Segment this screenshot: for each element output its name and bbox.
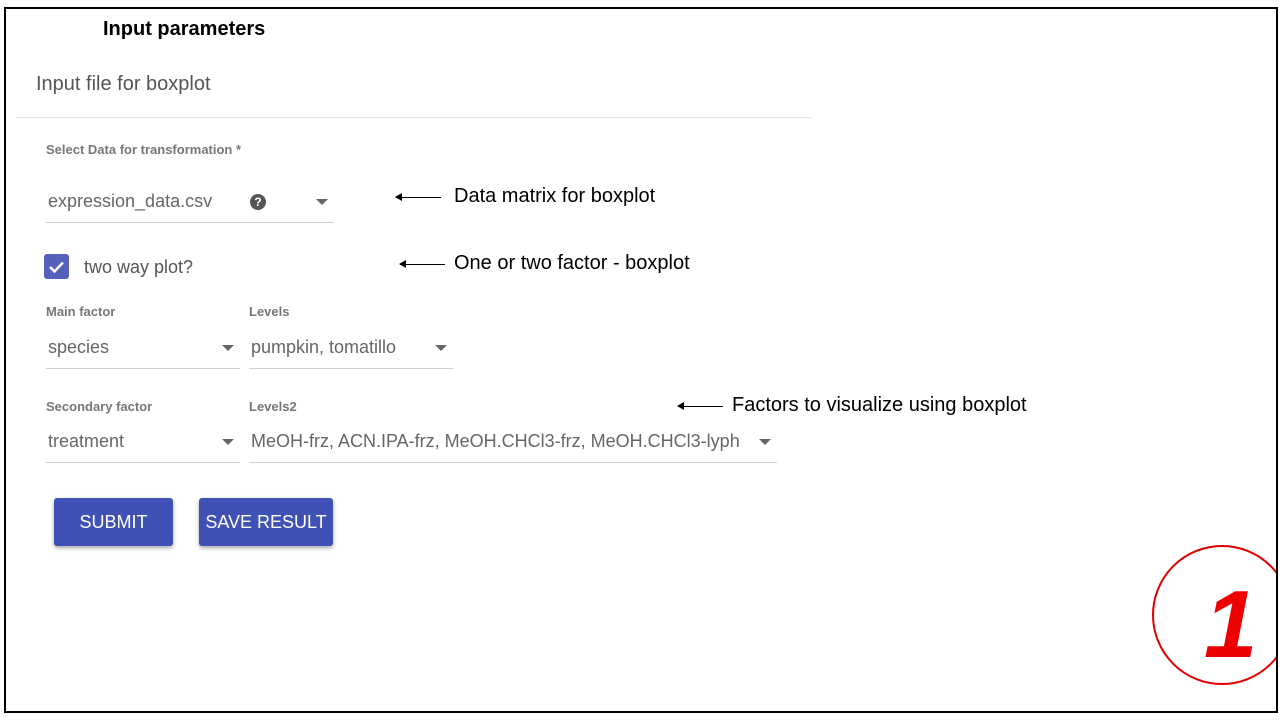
levels2-label: Levels2 — [249, 399, 297, 414]
annotation-arrow — [395, 193, 441, 201]
main-factor-value: species — [48, 337, 110, 357]
annotation-data-matrix: Data matrix for boxplot — [454, 185, 656, 207]
annotation-factor-count: One or two factor - boxplot — [454, 252, 690, 274]
levels-label: Levels — [249, 304, 290, 319]
levels2-select[interactable]: MeOH-frz, ACN.IPA-frz, MeOH.CHCl3-frz, M… — [249, 421, 777, 463]
screenshot-frame: Input parameters Input file for boxplot … — [4, 7, 1278, 713]
step-number: 1 — [1204, 571, 1258, 678]
chevron-down-icon — [316, 198, 328, 205]
save-result-button[interactable]: SAVE RESULT — [199, 498, 333, 546]
levels-value: pumpkin, tomatillo — [251, 337, 397, 357]
annotation-factors: Factors to visualize using boxplot — [732, 394, 1027, 416]
section-heading: Input parameters — [103, 18, 266, 40]
levels-select[interactable]: pumpkin, tomatillo — [249, 327, 453, 369]
check-icon — [49, 261, 64, 273]
card-title: Input file for boxplot — [36, 73, 211, 95]
submit-button[interactable]: SUBMIT — [54, 498, 173, 546]
two-way-plot-label: two way plot? — [84, 257, 194, 277]
chevron-down-icon — [759, 438, 771, 445]
annotation-arrow — [677, 402, 723, 410]
chevron-down-icon — [435, 344, 447, 351]
card-divider — [16, 117, 811, 118]
chevron-down-icon — [222, 344, 234, 351]
main-factor-label: Main factor — [46, 304, 116, 319]
annotation-arrow — [399, 260, 445, 268]
data-select-label: Select Data for transformation * — [46, 142, 242, 157]
secondary-factor-label: Secondary factor — [46, 399, 153, 414]
data-select[interactable]: expression_data.csv ? — [46, 181, 334, 223]
secondary-factor-value: treatment — [48, 431, 125, 451]
two-way-plot-checkbox[interactable] — [44, 254, 69, 279]
chevron-down-icon — [222, 438, 234, 445]
question-circle-icon[interactable]: ? — [250, 193, 266, 210]
main-factor-select[interactable]: species — [46, 327, 240, 369]
secondary-factor-select[interactable]: treatment — [46, 421, 240, 463]
levels2-value: MeOH-frz, ACN.IPA-frz, MeOH.CHCl3-frz, M… — [251, 431, 740, 451]
data-select-value: expression_data.csv — [48, 191, 213, 211]
